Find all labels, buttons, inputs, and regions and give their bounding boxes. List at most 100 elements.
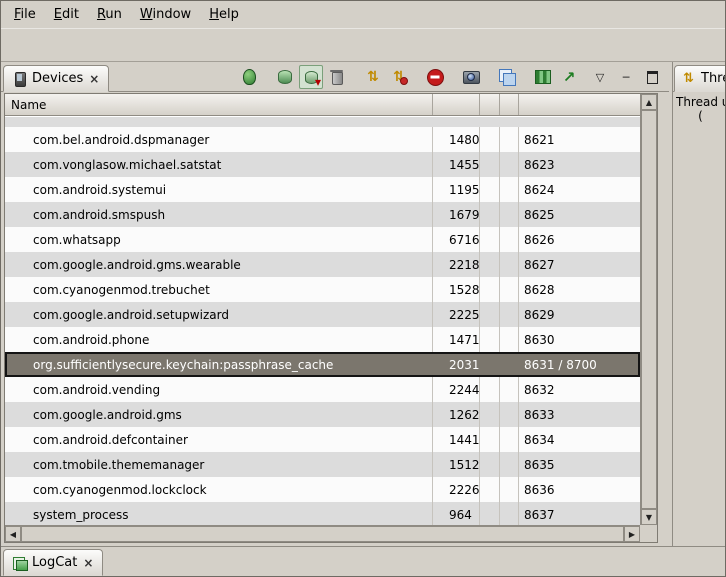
thread-indicator (500, 252, 519, 277)
table-row[interactable]: com.google.android.gms.wearable221858627 (5, 252, 640, 277)
debug-port: 8633 (519, 402, 640, 427)
heap-indicator (480, 152, 500, 177)
process-name: com.whatsapp (5, 227, 433, 252)
horizontal-scrollbar[interactable]: ◀ ▶ (5, 525, 640, 542)
debug-port: 8635 (519, 452, 640, 477)
close-icon[interactable]: × (88, 72, 100, 86)
close-icon[interactable]: × (82, 556, 94, 570)
menu-file[interactable]: File (5, 4, 45, 25)
table-row[interactable]: com.cyanogenmod.lockclock222658636 (5, 477, 640, 502)
tab-threads[interactable]: ⇅ Threa (674, 65, 725, 92)
menu-window[interactable]: Window (131, 4, 200, 25)
ddms-window: FileEditRunWindowHelp Devices × ⇅⇅ ↗ ▽ ─ Na… (0, 0, 726, 577)
process-name: com.android.vending (5, 377, 433, 402)
table-row[interactable]: com.whatsapp67168626 (5, 227, 640, 252)
heap-indicator (480, 127, 500, 152)
debug-port: 8630 (519, 327, 640, 352)
column-header-threads[interactable] (500, 94, 519, 115)
heap-indicator (480, 302, 500, 327)
vertical-scroll-thumb[interactable] (641, 110, 657, 509)
threads-message-line1: Thread up (676, 95, 725, 109)
process-name: system_process (5, 502, 433, 525)
process-pid: 1528 (433, 277, 480, 302)
update-threads-icon[interactable]: ⇅ (361, 65, 385, 89)
process-pid: 1471 (433, 327, 480, 352)
debug-port: 8628 (519, 277, 640, 302)
horizontal-scroll-thumb[interactable] (21, 526, 624, 542)
threads-message-line2: ( (676, 109, 725, 123)
heap-indicator (480, 502, 500, 525)
thread-indicator (500, 452, 519, 477)
process-name: com.tmobile.thememanager (5, 452, 433, 477)
screen-capture-icon[interactable] (459, 65, 483, 89)
process-name: com.google.android.gms (5, 402, 433, 427)
scroll-left-icon[interactable]: ◀ (5, 526, 21, 542)
tab-logcat[interactable]: LogCat × (3, 549, 103, 576)
table-row[interactable]: com.android.systemui11958624 (5, 177, 640, 202)
table-row[interactable]: com.android.smspush1679 8625 (5, 202, 640, 227)
scroll-down-icon[interactable]: ▼ (641, 509, 657, 525)
debug-port: 8634 (519, 427, 640, 452)
menu-help[interactable]: Help (200, 4, 248, 25)
view-menu-icon[interactable]: ▽ (593, 68, 607, 86)
process-pid: 22440 (433, 377, 480, 402)
table-row-partial[interactable] (5, 117, 640, 127)
stop-process-icon[interactable] (423, 65, 447, 89)
table-row[interactable]: com.android.defcontainer144118634 (5, 427, 640, 452)
menu-run[interactable]: Run (88, 4, 131, 25)
process-pid: 22250 (433, 302, 480, 327)
cause-gc-icon[interactable] (325, 65, 349, 89)
process-pid: 6716 (433, 227, 480, 252)
thread-indicator (500, 277, 519, 302)
table-row[interactable]: com.google.android.setupwizard222508629 (5, 302, 640, 327)
maximize-icon[interactable] (645, 68, 659, 86)
scroll-right-icon[interactable]: ▶ (624, 526, 640, 542)
update-heap-icon[interactable] (273, 65, 297, 89)
column-header-port[interactable] (519, 94, 640, 115)
thread-indicator (500, 327, 519, 352)
heap-indicator (480, 352, 500, 377)
device-table: Name com.bel.android.dspmanager14808621c… (4, 93, 658, 543)
process-name: com.android.systemui (5, 177, 433, 202)
debug-process-icon[interactable] (237, 65, 261, 89)
thread-indicator (500, 427, 519, 452)
threads-message: Thread up ( (673, 92, 725, 123)
thread-indicator (500, 177, 519, 202)
table-row[interactable]: com.android.vending224408632 (5, 377, 640, 402)
opengl-trace-icon[interactable]: ↗ (557, 65, 581, 89)
process-pid: 22185 (433, 252, 480, 277)
minimize-icon[interactable]: ─ (619, 68, 633, 86)
process-pid: 1679 (433, 202, 480, 227)
systrace-icon[interactable] (531, 65, 555, 89)
process-name: com.android.smspush (5, 202, 433, 227)
table-row[interactable]: com.bel.android.dspmanager14808621 (5, 127, 640, 152)
thread-indicator (500, 227, 519, 252)
devices-toolbar: ⇅⇅ ↗ ▽ ─ (237, 64, 659, 90)
table-row[interactable]: com.vonglasow.michael.satstat145538623 (5, 152, 640, 177)
debug-port: 8621 (519, 127, 640, 152)
main-toolbar (1, 28, 725, 62)
table-row[interactable]: com.google.android.gms126238633 (5, 402, 640, 427)
table-row[interactable]: com.android.phone14718630 (5, 327, 640, 352)
tab-devices[interactable]: Devices × (3, 65, 109, 92)
table-row[interactable]: org.sufficientlysecure.keychain:passphra… (5, 352, 640, 377)
debug-port: 8623 (519, 152, 640, 177)
view-hierarchy-icon[interactable] (495, 65, 519, 89)
table-row[interactable]: com.tmobile.thememanager15128635 (5, 452, 640, 477)
menu-edit[interactable]: Edit (45, 4, 88, 25)
scroll-up-icon[interactable]: ▲ (641, 94, 657, 110)
process-pid: 964 (433, 502, 480, 525)
start-method-profiling-icon[interactable]: ⇅ (387, 65, 411, 89)
column-header-heap[interactable] (480, 94, 500, 115)
table-row[interactable]: com.cyanogenmod.trebuchet15288628 (5, 277, 640, 302)
heap-indicator (480, 227, 500, 252)
workbench: Devices × ⇅⇅ ↗ ▽ ─ Name com.bel.android.dsp… (1, 62, 725, 546)
vertical-scrollbar[interactable]: ▲ ▼ (640, 94, 657, 525)
thread-indicator (500, 477, 519, 502)
debug-port: 8625 (519, 202, 640, 227)
column-header-name[interactable]: Name (5, 94, 433, 115)
process-name: com.google.android.gms.wearable (5, 252, 433, 277)
dump-hprof-icon[interactable] (299, 65, 323, 89)
table-row[interactable]: system_process9648637 (5, 502, 640, 525)
column-header-pid[interactable] (433, 94, 480, 115)
